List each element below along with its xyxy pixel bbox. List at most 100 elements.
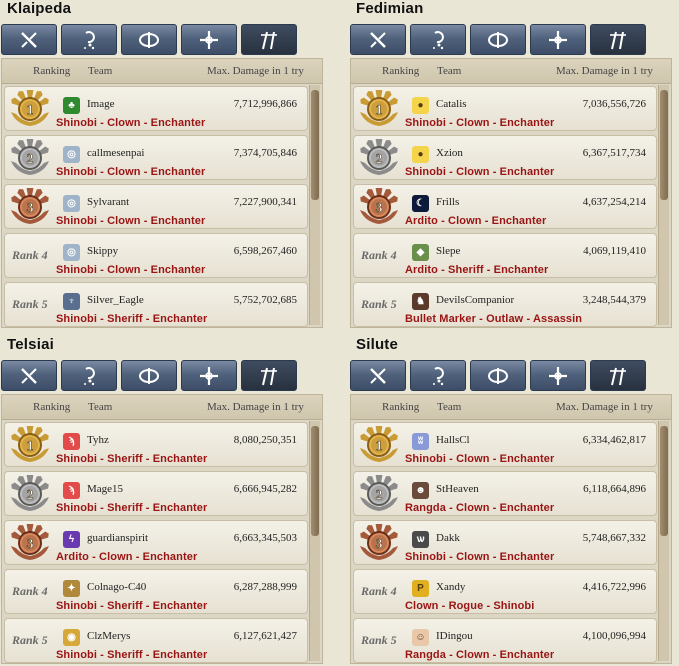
scrollbar[interactable] xyxy=(658,421,669,661)
scrollbar-thumb[interactable] xyxy=(660,426,668,536)
team-name[interactable]: StHeaven xyxy=(436,483,479,495)
chick-team-icon: ● xyxy=(412,146,429,163)
class-filter-tabs xyxy=(1,24,297,55)
chick-team-icon: ● xyxy=(412,97,429,114)
team-name[interactable]: Sylvarant xyxy=(87,196,129,208)
ranking-row[interactable]: Rank 5 ♆ Silver_Eagle 5,752,702,685 Shinobi … xyxy=(4,282,308,327)
team-name[interactable]: Catalis xyxy=(436,98,467,110)
team-name[interactable]: Xandy xyxy=(436,581,465,593)
ranking-list: Ranking Team Max. Damage in 1 try 1 ● Catalis… xyxy=(350,58,672,328)
ranking-row[interactable]: Rank 4 ◆ Slepe 4,069,119,410 Ardito - Sherif… xyxy=(353,233,657,278)
team-name[interactable]: Tyhz xyxy=(87,434,109,446)
rank-3-medal-icon: 3 xyxy=(360,524,398,560)
rank-number: 2 xyxy=(27,488,34,503)
header-ranking: Ranking xyxy=(33,401,71,413)
ranking-row[interactable]: Rank 5 ☺ IDingou 4,100,096,994 Rangda - Clow… xyxy=(353,618,657,663)
swordsman-class-icon xyxy=(21,31,37,48)
team-name[interactable]: callmesenpai xyxy=(87,147,144,159)
team-classes: Shinobi - Sheriff - Enchanter xyxy=(56,313,208,325)
team-name[interactable]: ClzMerys xyxy=(87,630,130,642)
ranking-row[interactable]: 1 ● Catalis 7,036,556,726 Shinobi - Clown - … xyxy=(353,86,657,131)
team-classes: Shinobi - Clown - Enchanter xyxy=(56,166,206,178)
tab-wizard-class[interactable] xyxy=(410,360,466,391)
tab-scout-class[interactable] xyxy=(590,360,646,391)
ranking-row[interactable]: 2 ☻ StHeaven 6,118,664,896 Rangda - Clown - … xyxy=(353,471,657,516)
ranking-row[interactable]: 3 ϟ guardianspirit 6,663,345,503 Ardito - Cl… xyxy=(4,520,308,565)
tab-archer-class[interactable] xyxy=(470,360,526,391)
scrollbar-thumb[interactable] xyxy=(311,90,319,200)
shield-team-icon: ◎ xyxy=(63,244,80,261)
ranking-row[interactable]: 1 ϡ Tyhz 8,080,250,351 Shinobi - Sheriff - E… xyxy=(4,422,308,467)
max-damage: 7,036,556,726 xyxy=(582,98,646,110)
ranking-row[interactable]: 2 ϡ Mage15 6,666,945,282 Shinobi - Sheriff -… xyxy=(4,471,308,516)
wizard-class-icon xyxy=(433,30,444,49)
max-damage: 4,069,119,410 xyxy=(583,245,646,257)
max-damage: 6,118,664,896 xyxy=(583,483,646,495)
rank-label: Rank 4 xyxy=(12,248,48,262)
max-damage: 5,752,702,685 xyxy=(233,294,297,306)
tab-swordsman-class[interactable] xyxy=(350,24,406,55)
tab-swordsman-class[interactable] xyxy=(350,360,406,391)
scrollbar-thumb[interactable] xyxy=(311,426,319,536)
header-ranking: Ranking xyxy=(382,401,420,413)
ranking-row[interactable]: 3 ѡ Dakk 5,748,667,332 Shinobi - Clown - Enc… xyxy=(353,520,657,565)
tab-archer-class[interactable] xyxy=(470,24,526,55)
scrollbar[interactable] xyxy=(309,85,320,325)
rank-label: Rank 4 xyxy=(361,248,397,262)
ranking-row[interactable]: 1 ♣ Image 7,712,996,866 Shinobi - Clown - En… xyxy=(4,86,308,131)
tab-scout-class[interactable] xyxy=(241,24,297,55)
ranking-row[interactable]: Rank 5 ♞ DevilsCompanior 3,248,544,379 Bulle… xyxy=(353,282,657,327)
header-damage: Max. Damage in 1 try xyxy=(207,65,304,77)
tab-swordsman-class[interactable] xyxy=(1,24,57,55)
team-name[interactable]: Mage15 xyxy=(87,483,123,495)
max-damage: 7,712,996,866 xyxy=(233,98,297,110)
tab-cleric-class[interactable] xyxy=(530,360,586,391)
tab-wizard-class[interactable] xyxy=(61,360,117,391)
ranking-header: Ranking Team Max. Damage in 1 try xyxy=(351,395,671,420)
ranking-row[interactable]: Rank 5 ◉ ClzMerys 6,127,621,427 Shinobi - Sh… xyxy=(4,618,308,663)
team-name[interactable]: Frills xyxy=(436,196,459,208)
scrollbar-thumb[interactable] xyxy=(660,90,668,200)
ranking-row[interactable]: 2 ◎ callmesenpai 7,374,705,846 Shinobi - Clo… xyxy=(4,135,308,180)
tab-archer-class[interactable] xyxy=(121,360,177,391)
tab-wizard-class[interactable] xyxy=(61,24,117,55)
team-name[interactable]: Silver_Eagle xyxy=(87,294,144,306)
team-name[interactable]: Skippy xyxy=(87,245,118,257)
tab-cleric-class[interactable] xyxy=(181,24,237,55)
tab-archer-class[interactable] xyxy=(121,24,177,55)
tab-cleric-class[interactable] xyxy=(181,360,237,391)
team-name[interactable]: DevilsCompanior xyxy=(436,294,514,306)
tab-swordsman-class[interactable] xyxy=(1,360,57,391)
ranking-row[interactable]: 2 ● Xzion 6,367,517,734 Shinobi - Clown - En… xyxy=(353,135,657,180)
ranking-row[interactable]: Rank 4 P Xandy 4,416,722,996 Clown - Rogue -… xyxy=(353,569,657,614)
team-name[interactable]: Colnago-C40 xyxy=(87,581,146,593)
header-team: Team xyxy=(88,401,113,413)
team-name[interactable]: Image xyxy=(87,98,114,110)
ranking-row[interactable]: 3 ☾ Frills 4,637,254,214 Ardito - Clown - En… xyxy=(353,184,657,229)
rank-2-medal-icon: 2 xyxy=(11,139,49,175)
ranking-row[interactable]: Rank 4 ✦ Colnago-C40 6,287,288,999 Shinobi -… xyxy=(4,569,308,614)
team-name[interactable]: Dakk xyxy=(436,532,460,544)
rank-number: 1 xyxy=(27,103,34,118)
rank-2-medal-icon: 2 xyxy=(11,475,49,511)
ranking-row[interactable]: 3 ◎ Sylvarant 7,227,900,341 Shinobi - Clown … xyxy=(4,184,308,229)
max-damage: 3,248,544,379 xyxy=(582,294,646,306)
rank-2-medal-icon: 2 xyxy=(360,139,398,175)
tab-cleric-class[interactable] xyxy=(530,24,586,55)
tab-scout-class[interactable] xyxy=(590,24,646,55)
team-name[interactable]: Slepe xyxy=(436,245,460,257)
max-damage: 6,663,345,503 xyxy=(233,532,297,544)
header-team: Team xyxy=(437,65,462,77)
tab-wizard-class[interactable] xyxy=(410,24,466,55)
team-name[interactable]: Xzion xyxy=(436,147,463,159)
team-name[interactable]: IDingou xyxy=(436,630,473,642)
ranking-row[interactable]: 1 ʬ HallsCl 6,334,462,817 Shinobi - Clown - … xyxy=(353,422,657,467)
ranking-rows: 1 ♣ Image 7,712,996,866 Shinobi - Clown - En… xyxy=(4,86,308,327)
scrollbar[interactable] xyxy=(309,421,320,661)
ranking-row[interactable]: Rank 4 ◎ Skippy 6,598,267,460 Shinobi - Clow… xyxy=(4,233,308,278)
tab-scout-class[interactable] xyxy=(241,360,297,391)
team-classes: Ardito - Clown - Enchanter xyxy=(56,551,198,563)
team-name[interactable]: guardianspirit xyxy=(87,532,148,544)
team-name[interactable]: HallsCl xyxy=(436,434,470,446)
scrollbar[interactable] xyxy=(658,85,669,325)
